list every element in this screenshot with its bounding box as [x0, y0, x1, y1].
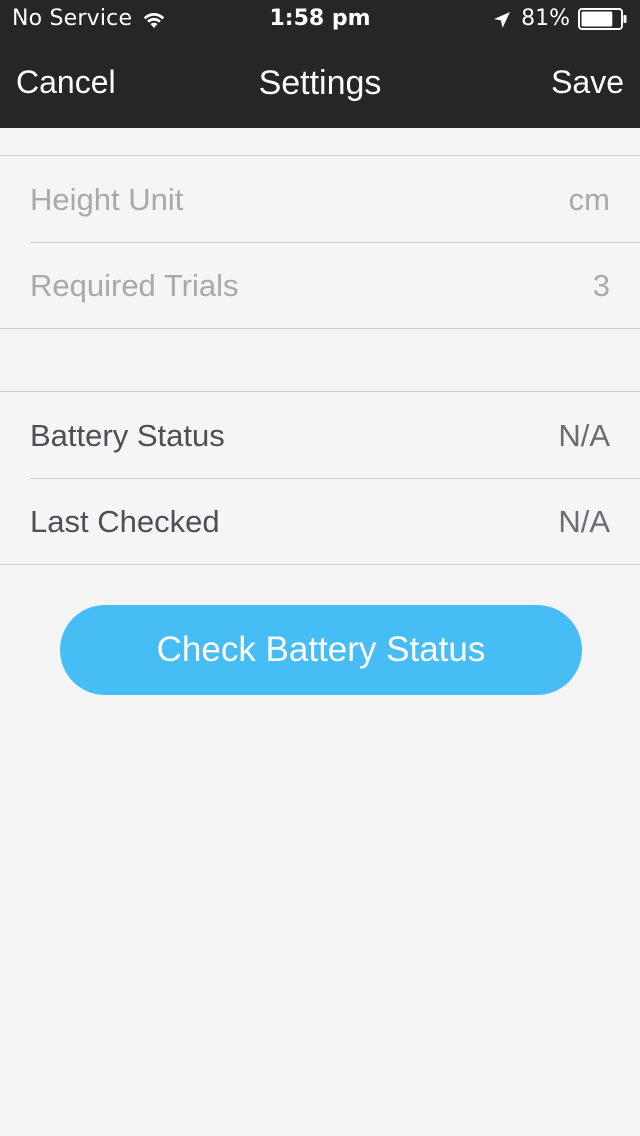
page-title: Settings	[258, 64, 382, 102]
required-trials-label: Required Trials	[30, 268, 239, 303]
last-checked-row: Last Checked N/A	[0, 478, 640, 564]
save-button[interactable]: Save	[551, 64, 624, 101]
settings-group: Height Unit cm Required Trials 3	[0, 155, 640, 329]
height-unit-label: Height Unit	[30, 182, 184, 217]
top-bar: No Service 1:58 pm 81% Cancel Settings S…	[0, 0, 640, 128]
battery-status-row: Battery Status N/A	[0, 392, 640, 478]
required-trials-value: 3	[592, 268, 610, 303]
battery-percent: 81%	[521, 6, 570, 31]
last-checked-value: N/A	[558, 504, 610, 539]
battery-group: Battery Status N/A Last Checked N/A	[0, 391, 640, 565]
battery-fill	[581, 11, 613, 26]
navigation-bar: Cancel Settings Save	[0, 40, 640, 128]
battery-icon	[578, 7, 628, 30]
battery-status-label: Battery Status	[30, 418, 225, 453]
setting-row-height-unit[interactable]: Height Unit cm	[0, 156, 640, 242]
status-bar: No Service 1:58 pm 81%	[0, 0, 640, 40]
status-right: 81%	[493, 6, 628, 31]
check-battery-status-button[interactable]: Check Battery Status	[60, 605, 582, 695]
battery-status-value: N/A	[558, 418, 610, 453]
location-arrow-icon	[493, 10, 511, 28]
last-checked-label: Last Checked	[30, 504, 220, 539]
setting-row-required-trials[interactable]: Required Trials 3	[0, 242, 640, 328]
height-unit-value: cm	[568, 182, 610, 217]
